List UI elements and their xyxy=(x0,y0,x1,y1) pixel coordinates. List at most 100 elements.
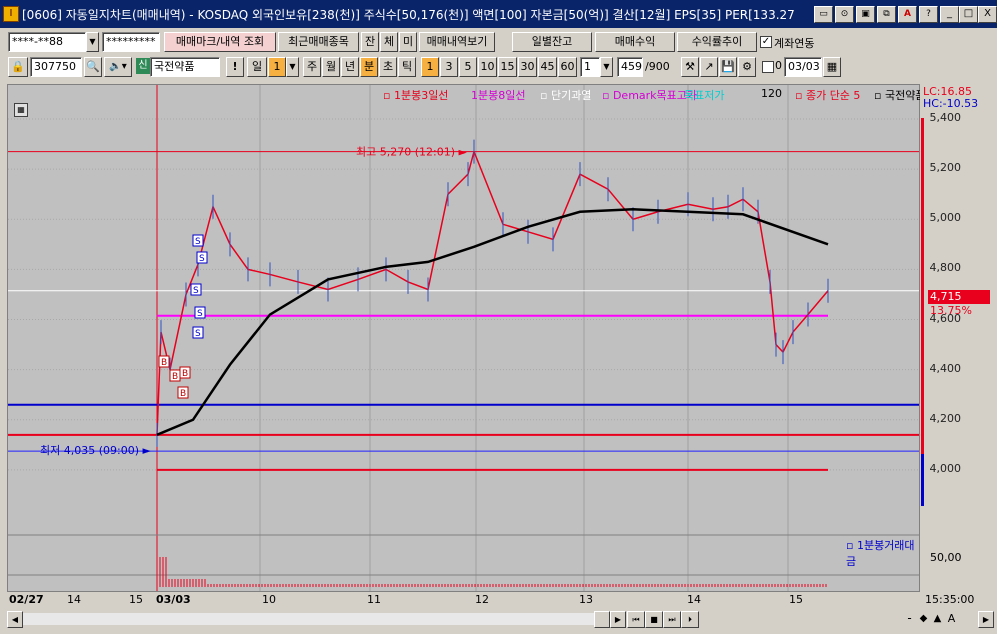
save-icon[interactable]: 💾 xyxy=(719,57,737,77)
help-icon[interactable]: ? xyxy=(919,6,938,23)
period-year-button[interactable]: 년 xyxy=(341,57,359,77)
minute-5-button[interactable]: 5 xyxy=(459,57,477,77)
period-second-button[interactable]: 초 xyxy=(379,57,397,77)
sell-mark: S xyxy=(193,286,199,296)
new-badge: 신 xyxy=(136,58,150,74)
a-icon[interactable]: A xyxy=(898,6,917,23)
horizontal-scrollbar[interactable]: ◀ ▶ ⏮ ■ ⏭ ⏵ - ◆ ▲ A ▶ xyxy=(7,611,994,628)
scroll-end-button[interactable]: ▶ xyxy=(978,611,994,628)
password-input[interactable]: ********* xyxy=(102,32,160,52)
period-value[interactable]: 1 xyxy=(268,57,286,77)
minute-30-button[interactable]: 30 xyxy=(518,57,537,77)
minute-3-button[interactable]: 3 xyxy=(440,57,458,77)
count-total: /900 xyxy=(645,60,670,73)
window-icon[interactable]: ▭ xyxy=(814,6,833,23)
scroll-right-button[interactable]: ▶ xyxy=(610,611,626,628)
account-toolbar: ****-**88 ▼ ********* 매매마크/내역 조회 최근매매종목 … xyxy=(0,30,997,54)
minute-60-button[interactable]: 60 xyxy=(558,57,577,77)
diamond-icon[interactable]: ◆ xyxy=(917,611,930,626)
title-toolbar: ▭ ⊙ ▣ ⧉ A ? xyxy=(814,6,938,23)
executed-filter-button[interactable]: 체 xyxy=(380,32,398,52)
balance-filter-button[interactable]: 잔 xyxy=(361,32,379,52)
x-tick-label: 10 xyxy=(262,593,276,606)
recent-trades-button[interactable]: 최근매매종목 xyxy=(278,32,359,52)
close-button[interactable]: X xyxy=(978,6,997,23)
minute-value-input[interactable]: 1 xyxy=(580,57,600,77)
period-minute-button[interactable]: 분 xyxy=(360,57,378,77)
last-page-button[interactable]: ⏭ xyxy=(663,611,681,628)
y-tick-label: 4,400 xyxy=(929,361,962,375)
scroll-track[interactable] xyxy=(23,613,608,625)
stock-code-input[interactable]: 307750 xyxy=(30,57,82,77)
first-page-button[interactable]: ⏮ xyxy=(627,611,645,628)
trade-mark-query-button[interactable]: 매매마크/내역 조회 xyxy=(164,32,276,52)
triangle-icon[interactable]: ▲ xyxy=(931,611,944,626)
minute-10-button[interactable]: 10 xyxy=(478,57,497,77)
price-range-bar xyxy=(921,118,924,504)
period-day-button[interactable]: 일 xyxy=(247,57,267,77)
chart-tool-icon[interactable]: ⚒ xyxy=(681,57,699,77)
scroll-thumb[interactable] xyxy=(594,611,610,628)
sound-icon[interactable]: 🔈▾ xyxy=(104,57,132,77)
legend-item: ▫ 1분봉3일선 xyxy=(383,89,449,102)
x-tick-label: 13 xyxy=(579,593,593,606)
maximize-button[interactable]: □ xyxy=(959,6,978,23)
legend-item: ▫ 종가 단순 5 xyxy=(795,89,861,102)
legend-item: 목표저가 xyxy=(684,89,725,102)
return-trend-button[interactable]: 수익률추이 xyxy=(677,32,757,52)
chart-area[interactable]: 최고 5,270 (12:01) ► 최저 4,035 (09:00) ► S S S S… xyxy=(7,84,925,592)
minute-45-button[interactable]: 45 xyxy=(538,57,557,77)
date-checkbox[interactable] xyxy=(762,61,774,73)
title-bar: I [0606] 자동일지차트(매매내역) - KOSDAQ 외국인보유[238… xyxy=(0,0,997,28)
date-input[interactable]: 03/03 xyxy=(784,57,822,77)
y-tick-label: 4,200 xyxy=(929,411,962,425)
view-trades-button[interactable]: 매매내역보기 xyxy=(419,32,495,52)
daily-balance-button[interactable]: 일별잔고 xyxy=(512,32,592,52)
account-input[interactable]: ****-**88 xyxy=(8,32,86,52)
price-line xyxy=(8,149,829,436)
copy-icon[interactable]: ⧉ xyxy=(877,6,896,23)
alert-button[interactable]: ! xyxy=(226,57,244,77)
minimize-button[interactable]: _ xyxy=(940,6,959,23)
grid-icon[interactable]: ▦ xyxy=(14,103,28,117)
minute-15-button[interactable]: 15 xyxy=(498,57,517,77)
scroll-left-button[interactable]: ◀ xyxy=(7,611,23,628)
calendar-icon[interactable]: ▦ xyxy=(823,57,841,77)
period-dropdown[interactable]: ▼ xyxy=(286,57,299,77)
y-tick-label: 5,000 xyxy=(929,211,962,225)
minute-1-button[interactable]: 1 xyxy=(421,57,439,77)
price-chart[interactable]: 최고 5,270 (12:01) ►최저 4,035 (09:00) ►SSSS… xyxy=(8,85,919,591)
buy-mark: B xyxy=(161,358,167,368)
minute-dropdown[interactable]: ▼ xyxy=(600,57,613,77)
print-icon[interactable]: ▣ xyxy=(856,6,875,23)
zoom-out-button[interactable]: - xyxy=(903,611,916,626)
stop-button[interactable]: ■ xyxy=(645,611,663,628)
sell-mark: S xyxy=(195,329,201,339)
sell-mark: S xyxy=(195,237,201,247)
stock-name-field[interactable]: 국전약품 xyxy=(150,57,220,77)
lock-icon[interactable]: 🔒 xyxy=(8,57,28,77)
account-link-checkbox[interactable]: ✓ xyxy=(760,36,772,48)
legend-item: ▫ 단기과열 xyxy=(540,89,592,102)
x-tick-label: 12 xyxy=(475,593,489,606)
period-week-button[interactable]: 주 xyxy=(303,57,321,77)
search-icon[interactable]: 🔍 xyxy=(84,57,102,77)
chart-toolbar: 🔒 307750 🔍 🔈▾ 신 국전약품 ! 일 1 ▼ 주 월 년 분 초 틱… xyxy=(0,56,997,78)
sell-mark: S xyxy=(197,309,203,319)
settings-icon[interactable]: ⚙ xyxy=(738,57,756,77)
font-icon[interactable]: A xyxy=(945,611,958,626)
x-tick-label: 02/27 xyxy=(9,593,44,606)
indicator-icon[interactable]: ↗ xyxy=(700,57,718,77)
period-month-button[interactable]: 월 xyxy=(322,57,340,77)
time-axis: 02/27 14 15 03/03 10 11 12 13 14 15 xyxy=(7,591,920,608)
period-tick-button[interactable]: 틱 xyxy=(398,57,416,77)
pending-filter-button[interactable]: 미 xyxy=(399,32,417,52)
trade-profit-button[interactable]: 매매수익 xyxy=(595,32,675,52)
sell-mark: S xyxy=(199,254,205,264)
link-icon[interactable]: ⊙ xyxy=(835,6,854,23)
count-input[interactable]: 459 xyxy=(617,57,643,77)
y-tick-label: 4,000 xyxy=(929,461,962,475)
volume-label: ▫ 1분봉거래대금 xyxy=(846,539,915,568)
account-dropdown[interactable]: ▼ xyxy=(86,32,99,52)
play-button[interactable]: ⏵ xyxy=(681,611,699,628)
